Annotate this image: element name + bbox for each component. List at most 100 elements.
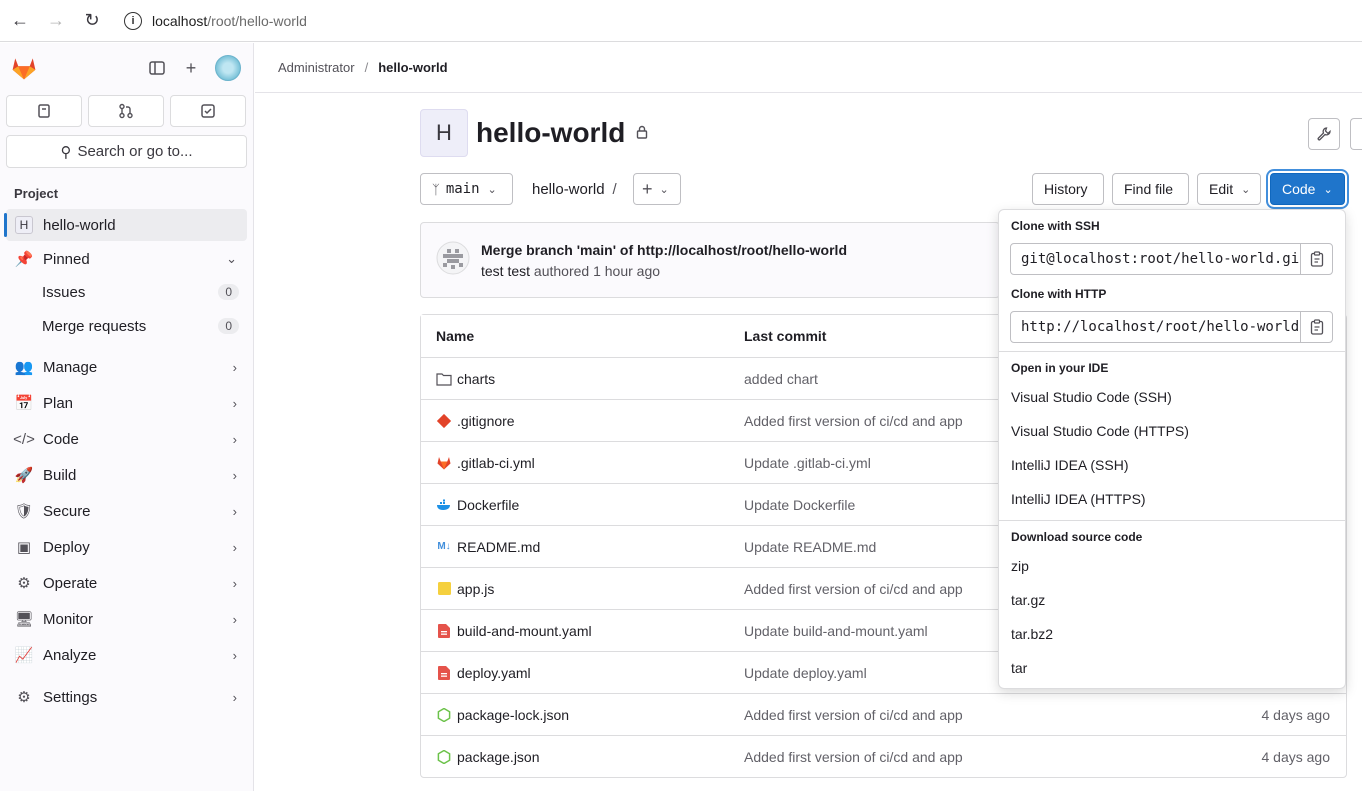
sidebar-item-build[interactable]: 🚀 Build › xyxy=(6,457,247,493)
reload-icon[interactable]: ↻ xyxy=(74,3,110,39)
chevron-down-icon: ⌄ xyxy=(659,183,669,196)
merge-requests-tab-icon[interactable] xyxy=(88,95,164,127)
table-row[interactable]: package-lock.json Added first version of… xyxy=(421,693,1346,735)
download-tar-bz2[interactable]: tar.bz2 xyxy=(1011,626,1053,642)
clone-ssh-label: Clone with SSH xyxy=(1011,219,1100,233)
download-zip[interactable]: zip xyxy=(1011,558,1029,574)
ide-vscode-ssh[interactable]: Visual Studio Code (SSH) xyxy=(1011,389,1172,405)
file-name[interactable]: Dockerfile xyxy=(457,497,519,513)
header-name: Name xyxy=(436,328,475,344)
divider xyxy=(999,351,1345,352)
node-icon xyxy=(436,749,452,765)
sidebar-item-secure[interactable]: 🛡 Secure › xyxy=(6,493,247,529)
path-root-link[interactable]: hello-world xyxy=(532,181,605,198)
file-name[interactable]: .gitlab-ci.yml xyxy=(457,455,535,471)
yaml-icon xyxy=(436,623,452,639)
search-icon: ⚲ xyxy=(60,143,72,161)
file-commit[interactable]: Update README.md xyxy=(744,539,876,555)
file-commit[interactable]: Added first version of ci/cd and app xyxy=(744,581,963,597)
toggle-sidebar-icon[interactable] xyxy=(147,58,167,78)
sidebar-item-deploy[interactable]: ▣ Deploy › xyxy=(6,529,247,565)
settings-wrench-button[interactable] xyxy=(1308,118,1340,150)
file-commit[interactable]: Added first version of ci/cd and app xyxy=(744,707,963,723)
sidebar-item-plan[interactable]: 📅 Plan › xyxy=(6,385,247,421)
sidebar-item-monitor[interactable]: 🖥 Monitor › xyxy=(6,601,247,637)
clone-http-field[interactable]: http://localhost/root/hello-world.git xyxy=(1010,311,1301,343)
sidebar-item-code[interactable]: </> Code › xyxy=(6,421,247,457)
file-name[interactable]: charts xyxy=(457,371,495,387)
sidebar-item-issues[interactable]: Issues 0 xyxy=(6,275,247,309)
breadcrumb-parent[interactable]: Administrator xyxy=(278,60,355,75)
file-name[interactable]: build-and-mount.yaml xyxy=(457,623,592,639)
commit-title[interactable]: Merge branch 'main' of http://localhost/… xyxy=(481,242,847,258)
sidebar-item-label: Deploy xyxy=(43,538,90,556)
download-tar-gz[interactable]: tar.gz xyxy=(1011,592,1045,608)
sidebar-item-pinned[interactable]: 📌 Pinned ⌄ xyxy=(6,243,247,275)
file-commit[interactable]: added chart xyxy=(744,371,818,387)
rocket-icon: 🚀 xyxy=(14,467,34,484)
file-commit[interactable]: Added first version of ci/cd and app xyxy=(744,413,963,429)
history-button[interactable]: History xyxy=(1032,173,1104,205)
edit-button[interactable]: Edit ⌄ xyxy=(1197,173,1261,205)
clone-http-label: Clone with HTTP xyxy=(1011,287,1107,301)
avatar[interactable] xyxy=(215,55,241,81)
url-text[interactable]: localhost/root/hello-world xyxy=(152,13,307,29)
table-row[interactable]: package.json Added first version of ci/c… xyxy=(421,735,1346,777)
file-commit[interactable]: Update deploy.yaml xyxy=(744,665,867,681)
shield-icon: 🛡 xyxy=(14,503,34,520)
actions-button[interactable] xyxy=(1350,118,1362,150)
project-header: H hello-world xyxy=(420,109,649,157)
gitlab-logo-icon[interactable] xyxy=(10,54,38,82)
copy-http-button[interactable] xyxy=(1300,311,1333,343)
plus-icon[interactable]: + xyxy=(181,58,201,78)
file-commit[interactable]: Update build-and-mount.yaml xyxy=(744,623,928,639)
ide-intellij-ssh[interactable]: IntelliJ IDEA (SSH) xyxy=(1011,457,1128,473)
breadcrumb-current[interactable]: hello-world xyxy=(378,60,447,75)
issues-tab-icon[interactable] xyxy=(6,95,82,127)
chevron-right-icon: › xyxy=(232,539,237,555)
sidebar-item-manage[interactable]: 👥 Manage › xyxy=(6,349,247,385)
file-commit[interactable]: Update Dockerfile xyxy=(744,497,855,513)
file-name[interactable]: app.js xyxy=(457,581,494,597)
add-to-tree-button[interactable]: + ⌄ xyxy=(633,173,681,205)
address-bar[interactable]: i localhost/root/hello-world xyxy=(124,5,307,37)
url-host: localhost xyxy=(152,12,208,29)
file-name[interactable]: package-lock.json xyxy=(457,707,569,723)
file-commit[interactable]: Update .gitlab-ci.yml xyxy=(744,455,871,471)
browser-toolbar: ← → ↻ i localhost/root/hello-world xyxy=(0,0,1362,42)
find-file-button[interactable]: Find file xyxy=(1112,173,1189,205)
file-name[interactable]: .gitignore xyxy=(457,413,515,429)
file-name[interactable]: README.md xyxy=(457,539,540,555)
chevron-right-icon: › xyxy=(232,431,237,447)
ide-vscode-https[interactable]: Visual Studio Code (HTTPS) xyxy=(1011,423,1189,439)
sidebar-item-analyze[interactable]: 📈 Analyze › xyxy=(6,637,247,673)
file-name[interactable]: deploy.yaml xyxy=(457,665,531,681)
copy-ssh-button[interactable] xyxy=(1300,243,1333,275)
chevron-down-icon: ⌄ xyxy=(1241,183,1251,196)
sidebar-item-operate[interactable]: ⚙ Operate › xyxy=(6,565,247,601)
search-button[interactable]: ⚲ Search or go to... xyxy=(6,135,247,168)
file-name[interactable]: package.json xyxy=(457,749,540,765)
sidebar-item-settings[interactable]: ⚙ Settings › xyxy=(6,679,247,715)
forward-arrow-icon[interactable]: → xyxy=(38,3,74,39)
site-info-icon[interactable]: i xyxy=(124,11,142,30)
find-file-label: Find file xyxy=(1124,181,1174,197)
gear-icon: ⚙ xyxy=(17,689,31,706)
ide-intellij-https[interactable]: IntelliJ IDEA (HTTPS) xyxy=(1011,491,1146,507)
download-tar[interactable]: tar xyxy=(1011,660,1027,676)
last-commit-panel: Merge branch 'main' of http://localhost/… xyxy=(420,222,1000,298)
sidebar-item-merge-requests[interactable]: Merge requests 0 xyxy=(6,309,247,343)
back-arrow-icon[interactable]: ← xyxy=(2,3,38,39)
path-breadcrumb: hello-world / xyxy=(532,180,617,198)
project-avatar-icon: H xyxy=(15,216,33,234)
chevron-right-icon: › xyxy=(232,575,237,591)
commit-author[interactable]: test test xyxy=(481,263,530,279)
chart-icon: 📈 xyxy=(14,647,34,664)
clone-ssh-field[interactable]: git@localhost:root/hello-world.git xyxy=(1010,243,1301,275)
code-button[interactable]: Code ⌄ xyxy=(1270,173,1345,205)
commit-author-avatar[interactable] xyxy=(436,241,470,275)
todos-tab-icon[interactable] xyxy=(170,95,246,127)
file-commit[interactable]: Added first version of ci/cd and app xyxy=(744,749,963,765)
sidebar-item-project[interactable]: H hello-world xyxy=(4,209,247,241)
branch-selector[interactable]: ᛉ main ⌄ xyxy=(420,173,513,205)
